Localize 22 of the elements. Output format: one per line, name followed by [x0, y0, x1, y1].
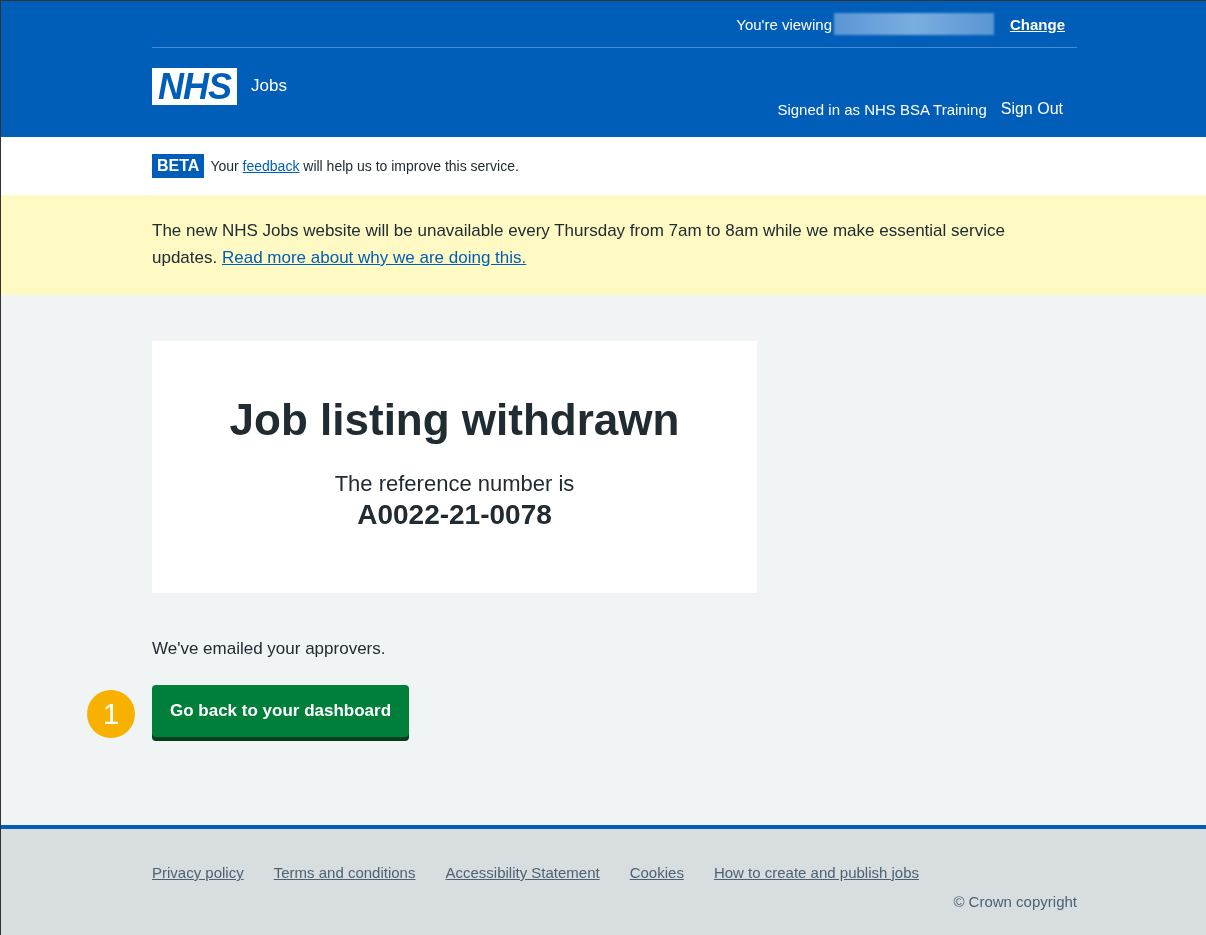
panel-title: Job listing withdrawn — [228, 395, 681, 445]
step-badge: 1 — [87, 690, 135, 738]
footer-link[interactable]: Cookies — [629, 864, 684, 881]
feedback-link[interactable]: feedback — [242, 158, 300, 174]
notice-text: The new NHS Jobs website will be unavailable every Thursday from 7am to 8am while we make essential service updates. Read more about why we are doing this. — [152, 220, 1006, 269]
service-name: Jobs — [251, 75, 287, 96]
footer-link[interactable]: Privacy policy — [152, 864, 244, 881]
copyright-text: © Crown copyright — [952, 893, 1077, 910]
beta-tag: BETA — [152, 154, 205, 178]
approvers-message: We've emailed your approvers. — [152, 639, 387, 659]
footer-link[interactable]: How to create and publish jobs — [713, 864, 919, 881]
signed-in-label: Signed in as NHS BSA Training — [777, 101, 987, 118]
footer-link[interactable]: Terms and conditions — [273, 864, 416, 881]
nhs-logo[interactable]: NHS — [152, 68, 237, 105]
panel-body: The reference number is — [333, 471, 576, 497]
footer-link[interactable]: Accessibility Statement — [445, 864, 600, 881]
read-more-link[interactable]: Read more about why we are doing this. — [221, 248, 527, 267]
feedback-message: Your feedback will help us to improve this service. — [210, 158, 519, 174]
viewing-label: You're viewing — [736, 15, 832, 33]
change-link[interactable]: Change — [1010, 15, 1065, 33]
reference-number: A0022-21-0078 — [356, 499, 553, 531]
sign-out-link[interactable]: Sign Out — [1000, 100, 1063, 118]
